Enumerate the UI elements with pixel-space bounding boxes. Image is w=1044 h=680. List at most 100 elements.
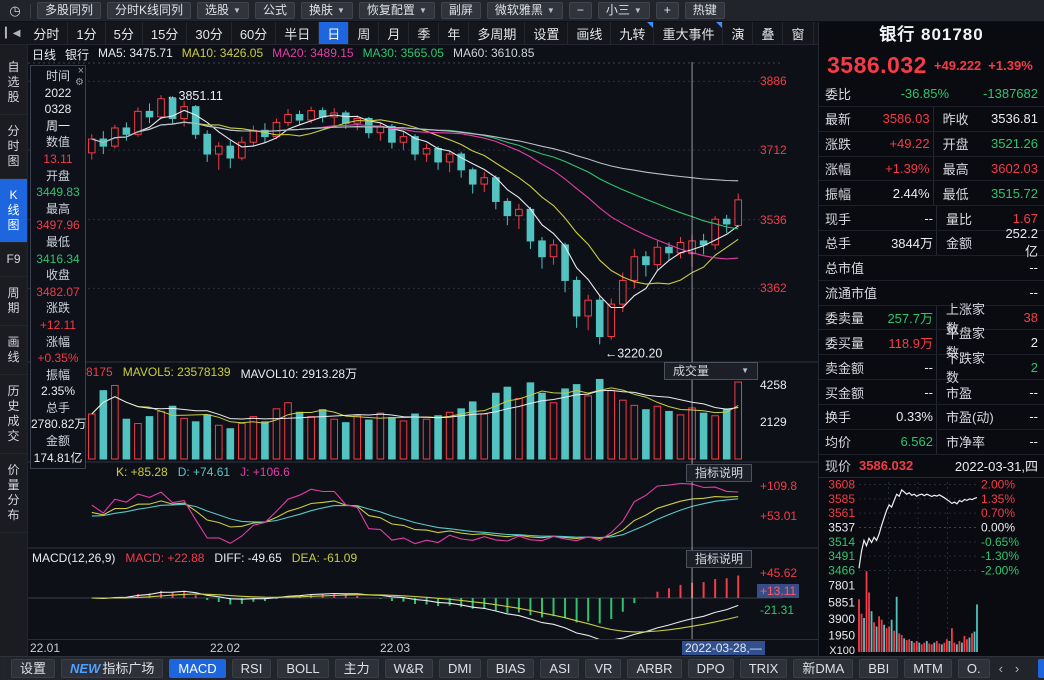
tool-item-九转[interactable]: 九转 [611,22,654,44]
tool-item-窗[interactable]: 窗 [783,22,813,44]
tab-分时[interactable]: 分时 [1038,659,1044,678]
prev-arrow-button[interactable]: ‹ [996,661,1006,676]
tool-item-叠[interactable]: 叠 [753,22,783,44]
period-tab-30分[interactable]: 30分 [187,22,231,44]
indicator-button-O.[interactable]: O. [958,659,990,678]
indicator-button-DMI[interactable]: DMI [439,659,481,678]
sidebar-item-F9[interactable]: F9 [0,243,27,277]
price-change: +49.222 [934,58,981,73]
indicator-button-主力[interactable]: 主力 [335,659,379,678]
topbar-button-label: 恢复配置 [367,3,415,18]
topbar-button-3[interactable]: 选股▼ [197,2,249,19]
period-tab-月[interactable]: 月 [379,22,409,44]
indicator-button-MTM[interactable]: MTM [904,659,952,678]
volume-bar [296,412,303,459]
ma-label: MA30: 3565.05 [363,46,444,62]
indicator-button-MACD[interactable]: MACD [169,659,225,678]
topbar-button-11[interactable]: + [656,2,679,19]
volume-bar [654,406,661,459]
macd-header-item: DIFF: -49.65 [214,551,281,565]
quote-label: 昨收 [933,107,991,131]
volume-bar [354,416,361,459]
indicator-button-TRIX[interactable]: TRIX [740,659,788,678]
sidebar-item-价量分布[interactable]: 价量分布 [0,454,27,533]
period-tab-画线[interactable]: 画线 [568,22,611,44]
topbar-button-7[interactable]: 副屏 [441,2,481,19]
indicator-button-ASI[interactable]: ASI [540,659,579,678]
period-tab-半日[interactable]: 半日 [276,22,319,44]
period-tab-日[interactable]: 日 [319,22,349,44]
macd-help-button[interactable]: 指标说明 [686,550,752,568]
sidebar-item-K线图[interactable]: K线图 [0,179,27,243]
indicator-button-label: VR [594,661,612,676]
axis-label: 4258 [760,378,787,392]
mini-axis-label: 3561 [828,506,855,520]
divider [30,4,31,18]
indicator-button-W&R[interactable]: W&R [385,659,433,678]
next-arrow-button[interactable]: › [1012,661,1022,676]
period-tab-1分[interactable]: 1分 [68,22,105,44]
topbar-button-2[interactable]: 分时K线同列 [107,2,191,19]
sidebar-item-分时图[interactable]: 分时图 [0,115,27,179]
topbar-button-8[interactable]: 微软雅黑▼ [487,2,563,19]
topbar-button-10[interactable]: 小三▼ [598,2,650,19]
quote-value: -- [877,211,933,226]
indicator-button-DPO[interactable]: DPO [688,659,734,678]
indicator-button-设置[interactable]: 设置 [11,659,55,678]
quote-value: 3515.72 [991,186,1038,201]
period-tab-多周期[interactable]: 多周期 [469,22,525,44]
quote-row: 卖金额--下跌家数2 [819,355,1044,380]
chart-header: 日线 银行 MA5: 3475.71MA10: 3426.05MA20: 348… [32,46,534,62]
topbar-button-9[interactable]: − [569,2,592,19]
topbar-button-6[interactable]: 恢复配置▼ [359,2,435,19]
topbar-button-12[interactable]: 热键 [685,2,725,19]
axis-label: 2129 [760,415,787,429]
clock-icon[interactable]: ◷ [6,3,24,19]
period-tab-分时[interactable]: 分时 [25,22,68,44]
crosshair-date-label: 2022-03-28,— [682,641,765,655]
period-tab-60分[interactable]: 60分 [232,22,276,44]
close-icon[interactable]: × [78,66,84,77]
topbar-button-1[interactable]: 多股同列 [37,2,101,19]
topbar-button-4[interactable]: 公式 [255,2,295,19]
chevron-down-icon: ▼ [547,3,555,18]
quote-label: 流通市值 [825,283,877,302]
volume-header-item: MAVOL10: 2913.28万 [241,365,358,382]
chevron-down-icon: ▼ [233,3,241,18]
sidebar-item-自选股[interactable]: 自选股 [0,51,27,115]
collapse-left-icon[interactable]: ▎◀ [0,28,25,39]
period-tab-季[interactable]: 季 [409,22,439,44]
indicator-button-指标广场[interactable]: NEW指标广场 [61,659,163,678]
sidebar-item-周期[interactable]: 周期 [0,277,27,326]
period-tab-5分[interactable]: 5分 [106,22,143,44]
indicator-button-RSI[interactable]: RSI [232,659,272,678]
volume-bar [550,403,557,459]
period-tab-年[interactable]: 年 [439,22,469,44]
period-tab-设置[interactable]: 设置 [525,22,568,44]
indicator-button-BIAS[interactable]: BIAS [487,659,535,678]
tool-item-演[interactable]: 演 [723,22,753,44]
gear-icon[interactable]: ⚙ [75,78,84,88]
period-tab-15分[interactable]: 15分 [143,22,187,44]
topbar-button-5[interactable]: 换肤▼ [301,2,353,19]
indicator-button-VR[interactable]: VR [585,659,621,678]
now-date: 2022-03-31,四 [955,456,1038,475]
period-tab-周[interactable]: 周 [349,22,379,44]
tool-item-重大事件[interactable]: 重大事件 [654,22,723,44]
volume-bar [181,418,188,459]
indicator-button-BOLL[interactable]: BOLL [277,659,328,678]
indicator-button-BBI[interactable]: BBI [859,659,898,678]
sidebar-item-历史成交[interactable]: 历史成交 [0,375,27,454]
mini-vol-axis-label: 1950 [828,628,855,642]
chart-area[interactable]: 日线 银行 MA5: 3475.71MA10: 3426.05MA20: 348… [28,45,818,656]
volume-bar [192,422,199,459]
period-label: 日线 [32,46,56,62]
indicator-button-ARBR[interactable]: ARBR [627,659,681,678]
kdj-help-button[interactable]: 指标说明 [686,464,752,482]
indicator-button-新DMA[interactable]: 新DMA [793,659,853,678]
quote-value: 252.2亿 [996,226,1038,260]
intraday-mini-chart[interactable]: 36083585356135373514349134662.00%1.35%0.… [819,478,1044,656]
kdj-header-item: J: +106.6 [240,465,290,479]
volume-indicator-dropdown[interactable]: 成交量 ▼ [664,362,758,380]
sidebar-item-画线[interactable]: 画线 [0,326,27,375]
